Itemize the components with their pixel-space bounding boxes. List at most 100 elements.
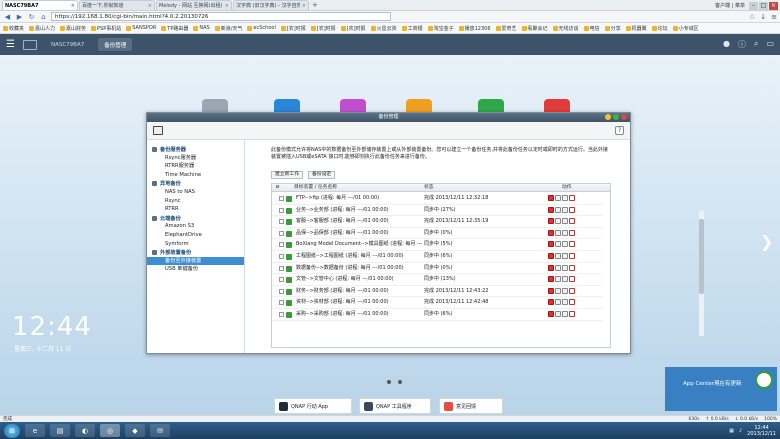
- sidebar-item[interactable]: 备份至外接装置: [147, 256, 244, 266]
- address-bar[interactable]: https://192.168.1.80/cgi-bin/main.html?4…: [51, 12, 391, 21]
- delete-icon[interactable]: [569, 287, 575, 294]
- bookmark-item[interactable]: PSP事机站: [91, 25, 121, 32]
- delete-icon[interactable]: [569, 195, 575, 201]
- sidebar-item[interactable]: NAS to NAS: [147, 188, 244, 197]
- table-row[interactable]: 文管-->文管中心 (进程: 每月 ---/01 00:00) 同步中 (13%): [272, 274, 602, 286]
- minimize-icon[interactable]: [605, 114, 611, 120]
- row-checkbox[interactable]: [279, 265, 284, 271]
- delete-icon[interactable]: [569, 241, 575, 248]
- backup-options-button[interactable]: 备份设定: [308, 171, 336, 179]
- edit-icon[interactable]: [555, 206, 561, 213]
- bookmark-item[interactable]: 收藏夹: [3, 25, 24, 32]
- sidebar-group[interactable]: 异地备份: [147, 179, 244, 188]
- row-checkbox[interactable]: [279, 300, 284, 306]
- delete-icon[interactable]: [569, 218, 575, 225]
- row-checkbox[interactable]: [279, 219, 284, 225]
- monitor-icon[interactable]: ▭: [766, 39, 774, 50]
- sidebar-item[interactable]: RTRR服务器: [147, 162, 244, 171]
- taskbar-app-icon[interactable]: ✉: [150, 424, 170, 437]
- edit-icon[interactable]: [555, 311, 561, 317]
- sidebar-item[interactable]: Rsync服务器: [147, 154, 244, 163]
- bookmark-item[interactable]: SANSPOR: [126, 25, 156, 31]
- menu-icon[interactable]: ≡: [771, 13, 777, 21]
- start-button[interactable]: ⊞: [4, 423, 20, 438]
- qnap-backup-tab[interactable]: 备份管理: [98, 38, 133, 51]
- delete-icon[interactable]: [569, 299, 575, 306]
- bookmark-item[interactable]: NAS: [193, 25, 210, 31]
- row-checkbox[interactable]: [279, 230, 284, 236]
- bookmark-item[interactable]: 火星云资: [370, 25, 397, 32]
- sidebar-item[interactable]: USB 单键备份: [147, 265, 244, 274]
- taskbar-browser-icon[interactable]: ◎: [100, 424, 120, 437]
- log-icon[interactable]: [562, 218, 568, 225]
- close-icon[interactable]: ×: [148, 3, 152, 9]
- log-icon[interactable]: [562, 276, 568, 283]
- sidebar-group[interactable]: 备份服务器: [147, 145, 244, 154]
- collapse-icon[interactable]: ⊟: [274, 184, 281, 192]
- row-checkbox[interactable]: [279, 242, 284, 248]
- delete-icon[interactable]: [569, 264, 575, 271]
- scrollbar[interactable]: [699, 211, 704, 336]
- sidebar-item[interactable]: Rsync: [147, 197, 244, 206]
- close-icon[interactable]: ×: [302, 3, 306, 9]
- dock-feedback[interactable]: 意见回馈: [439, 398, 503, 414]
- minimize-icon[interactable]: –: [749, 1, 758, 10]
- scrollbar-thumb[interactable]: [699, 219, 704, 294]
- edit-icon[interactable]: [555, 253, 561, 259]
- sidebar-item[interactable]: Symform: [147, 240, 244, 249]
- bookmark-item[interactable]: [农]时报: [280, 25, 306, 32]
- log-icon[interactable]: [562, 229, 568, 236]
- bookmark-item[interactable]: 分享: [604, 25, 621, 32]
- stop-icon[interactable]: [548, 195, 554, 201]
- taskbar-app-icon[interactable]: ◆: [125, 424, 145, 437]
- page-dot[interactable]: [387, 380, 391, 384]
- page-dot[interactable]: [398, 380, 402, 384]
- sidebar-group[interactable]: 云端备份: [147, 214, 244, 223]
- log-icon[interactable]: [562, 299, 568, 306]
- taskbar-folder-icon[interactable]: ▤: [50, 424, 70, 437]
- close-window-icon[interactable]: ×: [769, 1, 778, 10]
- row-checkbox[interactable]: [279, 288, 284, 294]
- stop-icon[interactable]: [548, 206, 554, 213]
- table-row[interactable]: 客服-->客服部 (进程: 每月 ---/01 00:00) 完成 2013/12…: [272, 216, 602, 228]
- edit-icon[interactable]: [555, 229, 561, 236]
- edit-icon[interactable]: [555, 264, 561, 271]
- home-icon[interactable]: ⌂: [39, 13, 48, 21]
- sidebar-item[interactable]: RTRR: [147, 205, 244, 214]
- stop-icon[interactable]: [548, 264, 554, 271]
- delete-icon[interactable]: [569, 206, 575, 213]
- user-icon[interactable]: ●: [723, 39, 730, 50]
- back-icon[interactable]: ◀: [3, 13, 12, 21]
- bookmark-item[interactable]: 机器翼: [625, 25, 647, 32]
- taskbar-app-icon[interactable]: ◐: [75, 424, 95, 437]
- menu-icon[interactable]: ☰: [6, 39, 15, 50]
- log-icon[interactable]: [562, 206, 568, 213]
- bookmark-item[interactable]: ecSchool: [247, 25, 276, 31]
- browser-tab[interactable]: 汉字典 (旧汉字典) - 汉字自然 ×: [233, 0, 309, 10]
- bookmark-item[interactable]: 电信: [583, 25, 600, 32]
- edit-icon[interactable]: [555, 195, 561, 201]
- stop-icon[interactable]: [548, 276, 554, 283]
- log-icon[interactable]: [562, 253, 568, 259]
- row-checkbox[interactable]: [279, 312, 284, 317]
- bookmark-item[interactable]: 看聚会记: [521, 25, 548, 32]
- maximize-icon[interactable]: [613, 114, 619, 120]
- table-row[interactable]: 业务-->业务部 (进程: 每月 ---/01 00:00) 同步中 (27%): [272, 205, 602, 217]
- download-icon[interactable]: ↓: [760, 13, 766, 21]
- log-icon[interactable]: [562, 264, 568, 271]
- bookmark-item[interactable]: 新浪/天气: [214, 25, 242, 32]
- bookmark-item[interactable]: 播放12306: [458, 25, 491, 32]
- browser-tab[interactable]: Melody - 网站 互换网(出租) ×: [156, 0, 232, 10]
- stop-icon[interactable]: [548, 311, 554, 317]
- bookmark-item[interactable]: 工商银: [401, 25, 423, 32]
- table-row[interactable]: 数据备份-->数据备份 (进程: 每月 ---/01 00:00) 同步中 (0%…: [272, 263, 602, 275]
- bookmark-item[interactable]: [农]时报: [340, 25, 366, 32]
- search-icon[interactable]: ⌕: [754, 39, 758, 50]
- dock-qnap-utility[interactable]: QNAP 工具程序: [359, 398, 431, 414]
- sidebar-item[interactable]: Amazon S3: [147, 222, 244, 231]
- table-row[interactable]: 品保-->品保部 (进程: 每月 ---/01 00:00) 同步中 (0%): [272, 228, 602, 240]
- table-row[interactable]: 采购-->采购部 (进程: 每月 ---/01 00:00) 同步中 (6%): [272, 309, 602, 321]
- sidebar-item[interactable]: Time Machine: [147, 171, 244, 180]
- network-icon[interactable]: ▦: [729, 428, 734, 434]
- close-icon[interactable]: ×: [225, 3, 229, 9]
